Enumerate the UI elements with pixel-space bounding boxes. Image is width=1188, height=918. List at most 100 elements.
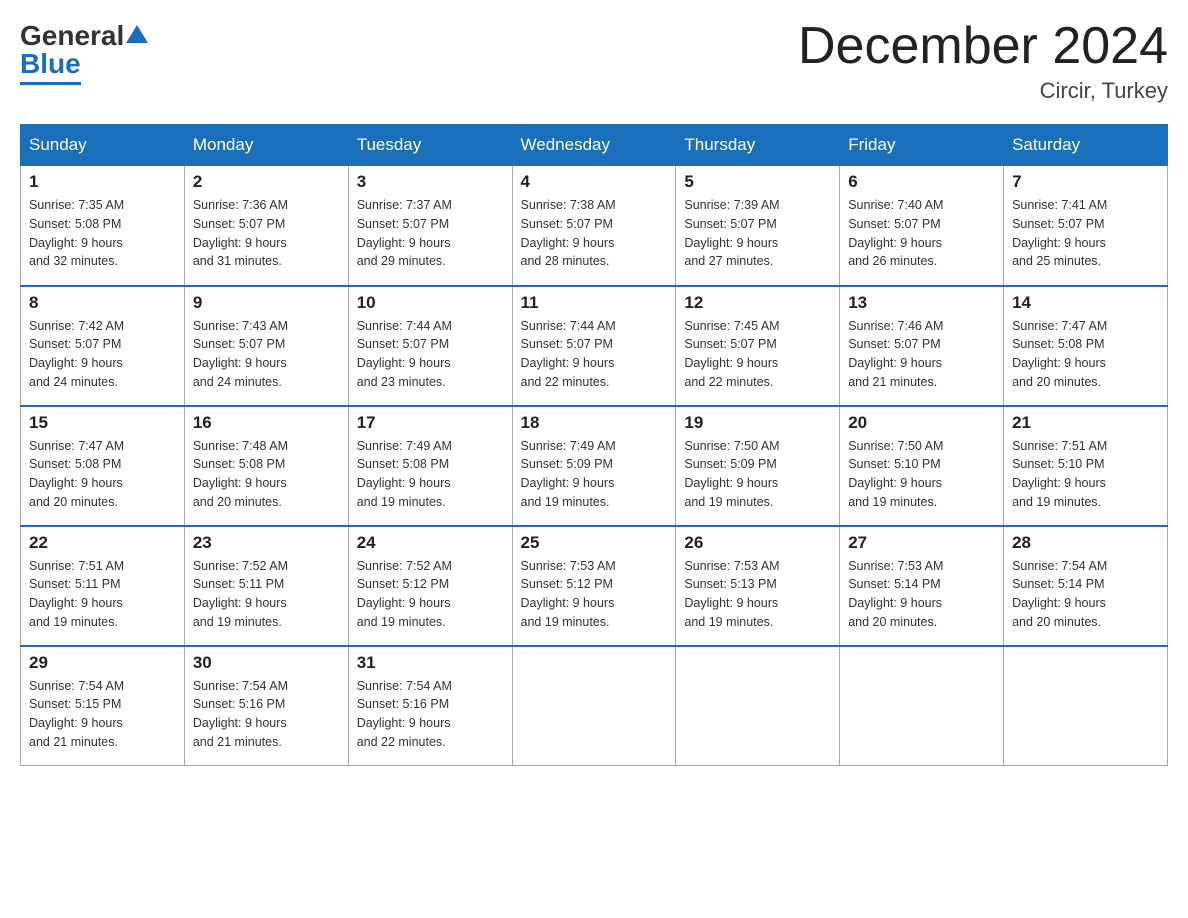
day-header-monday: Monday (184, 125, 348, 166)
calendar-cell: 2 Sunrise: 7:36 AMSunset: 5:07 PMDaylight… (184, 166, 348, 286)
calendar-cell: 12 Sunrise: 7:45 AMSunset: 5:07 PMDayligh… (676, 286, 840, 406)
calendar-cell (676, 646, 840, 766)
calendar-cell: 25Sunrise: 7:53 AMSunset: 5:12 PMDayligh… (512, 526, 676, 646)
day-info: Sunrise: 7:49 AMSunset: 5:08 PMDaylight:… (357, 437, 504, 512)
calendar-cell: 18 Sunrise: 7:49 AMSunset: 5:09 PMDayligh… (512, 406, 676, 526)
calendar-table: SundayMondayTuesdayWednesdayThursdayFrid… (20, 124, 1168, 766)
calendar-cell: 28Sunrise: 7:54 AMSunset: 5:14 PMDayligh… (1004, 526, 1168, 646)
calendar-cell: 11 Sunrise: 7:44 AMSunset: 5:07 PMDayligh… (512, 286, 676, 406)
day-number: 23 (193, 533, 340, 553)
day-info: Sunrise: 7:50 AMSunset: 5:09 PMDaylight:… (684, 437, 831, 512)
logo: General Blue (20, 20, 148, 85)
day-number: 11 (521, 293, 668, 313)
logo-triangle-icon (126, 23, 148, 45)
calendar-week-row: 15 Sunrise: 7:47 AMSunset: 5:08 PMDayligh… (21, 406, 1168, 526)
day-number: 16 (193, 413, 340, 433)
day-number: 29 (29, 653, 176, 673)
day-number: 14 (1012, 293, 1159, 313)
day-number: 2 (193, 172, 340, 192)
calendar-cell: 1Sunrise: 7:35 AMSunset: 5:08 PMDaylight… (21, 166, 185, 286)
calendar-cell: 31Sunrise: 7:54 AMSunset: 5:16 PMDayligh… (348, 646, 512, 766)
day-header-thursday: Thursday (676, 125, 840, 166)
calendar-cell: 20Sunrise: 7:50 AMSunset: 5:10 PMDayligh… (840, 406, 1004, 526)
calendar-cell (840, 646, 1004, 766)
day-info: Sunrise: 7:48 AMSunset: 5:08 PMDaylight:… (193, 437, 340, 512)
day-number: 12 (684, 293, 831, 313)
calendar-week-row: 29 Sunrise: 7:54 AMSunset: 5:15 PMDayligh… (21, 646, 1168, 766)
day-info: Sunrise: 7:36 AMSunset: 5:07 PMDaylight:… (193, 196, 340, 271)
day-number: 9 (193, 293, 340, 313)
day-number: 3 (357, 172, 504, 192)
location: Circir, Turkey (798, 78, 1168, 104)
calendar-header-row: SundayMondayTuesdayWednesdayThursdayFrid… (21, 125, 1168, 166)
calendar-cell (512, 646, 676, 766)
day-number: 5 (684, 172, 831, 192)
calendar-week-row: 22Sunrise: 7:51 AMSunset: 5:11 PMDayligh… (21, 526, 1168, 646)
day-info: Sunrise: 7:47 AMSunset: 5:08 PMDaylight:… (29, 437, 176, 512)
day-info: Sunrise: 7:51 AMSunset: 5:10 PMDaylight:… (1012, 437, 1159, 512)
day-number: 21 (1012, 413, 1159, 433)
day-info: Sunrise: 7:52 AMSunset: 5:12 PMDaylight:… (357, 557, 504, 632)
day-header-saturday: Saturday (1004, 125, 1168, 166)
day-info: Sunrise: 7:53 AMSunset: 5:14 PMDaylight:… (848, 557, 995, 632)
logo-blue-text: Blue (20, 48, 81, 85)
calendar-week-row: 1Sunrise: 7:35 AMSunset: 5:08 PMDaylight… (21, 166, 1168, 286)
day-info: Sunrise: 7:35 AMSunset: 5:08 PMDaylight:… (29, 196, 176, 271)
day-info: Sunrise: 7:54 AMSunset: 5:16 PMDaylight:… (193, 677, 340, 752)
calendar-cell: 27 Sunrise: 7:53 AMSunset: 5:14 PMDayligh… (840, 526, 1004, 646)
day-header-tuesday: Tuesday (348, 125, 512, 166)
day-number: 7 (1012, 172, 1159, 192)
calendar-cell: 8 Sunrise: 7:42 AMSunset: 5:07 PMDaylight… (21, 286, 185, 406)
day-info: Sunrise: 7:52 AMSunset: 5:11 PMDaylight:… (193, 557, 340, 632)
calendar-cell: 5 Sunrise: 7:39 AMSunset: 5:07 PMDaylight… (676, 166, 840, 286)
calendar-cell: 6Sunrise: 7:40 AMSunset: 5:07 PMDaylight… (840, 166, 1004, 286)
calendar-cell: 29 Sunrise: 7:54 AMSunset: 5:15 PMDayligh… (21, 646, 185, 766)
day-number: 13 (848, 293, 995, 313)
calendar-cell: 4Sunrise: 7:38 AMSunset: 5:07 PMDaylight… (512, 166, 676, 286)
day-number: 18 (521, 413, 668, 433)
day-info: Sunrise: 7:54 AMSunset: 5:15 PMDaylight:… (29, 677, 176, 752)
calendar-cell: 30Sunrise: 7:54 AMSunset: 5:16 PMDayligh… (184, 646, 348, 766)
day-number: 22 (29, 533, 176, 553)
page-header: General Blue December 2024 Circir, Turke… (20, 20, 1168, 104)
day-info: Sunrise: 7:47 AMSunset: 5:08 PMDaylight:… (1012, 317, 1159, 392)
day-info: Sunrise: 7:40 AMSunset: 5:07 PMDaylight:… (848, 196, 995, 271)
calendar-cell: 17 Sunrise: 7:49 AMSunset: 5:08 PMDayligh… (348, 406, 512, 526)
calendar-cell: 14 Sunrise: 7:47 AMSunset: 5:08 PMDayligh… (1004, 286, 1168, 406)
calendar-week-row: 8 Sunrise: 7:42 AMSunset: 5:07 PMDaylight… (21, 286, 1168, 406)
calendar-cell: 3 Sunrise: 7:37 AMSunset: 5:07 PMDaylight… (348, 166, 512, 286)
day-number: 8 (29, 293, 176, 313)
day-info: Sunrise: 7:42 AMSunset: 5:07 PMDaylight:… (29, 317, 176, 392)
calendar-cell: 21 Sunrise: 7:51 AMSunset: 5:10 PMDayligh… (1004, 406, 1168, 526)
calendar-cell: 24 Sunrise: 7:52 AMSunset: 5:12 PMDayligh… (348, 526, 512, 646)
day-info: Sunrise: 7:37 AMSunset: 5:07 PMDaylight:… (357, 196, 504, 271)
day-info: Sunrise: 7:54 AMSunset: 5:14 PMDaylight:… (1012, 557, 1159, 632)
calendar-cell: 15 Sunrise: 7:47 AMSunset: 5:08 PMDayligh… (21, 406, 185, 526)
day-info: Sunrise: 7:44 AMSunset: 5:07 PMDaylight:… (521, 317, 668, 392)
day-header-friday: Friday (840, 125, 1004, 166)
day-number: 31 (357, 653, 504, 673)
calendar-cell: 7Sunrise: 7:41 AMSunset: 5:07 PMDaylight… (1004, 166, 1168, 286)
calendar-cell: 10 Sunrise: 7:44 AMSunset: 5:07 PMDayligh… (348, 286, 512, 406)
day-number: 27 (848, 533, 995, 553)
calendar-cell: 19Sunrise: 7:50 AMSunset: 5:09 PMDayligh… (676, 406, 840, 526)
day-number: 17 (357, 413, 504, 433)
day-info: Sunrise: 7:45 AMSunset: 5:07 PMDaylight:… (684, 317, 831, 392)
day-number: 26 (684, 533, 831, 553)
calendar-cell: 23 Sunrise: 7:52 AMSunset: 5:11 PMDayligh… (184, 526, 348, 646)
calendar-cell: 16 Sunrise: 7:48 AMSunset: 5:08 PMDayligh… (184, 406, 348, 526)
day-number: 10 (357, 293, 504, 313)
day-info: Sunrise: 7:38 AMSunset: 5:07 PMDaylight:… (521, 196, 668, 271)
day-number: 20 (848, 413, 995, 433)
day-info: Sunrise: 7:49 AMSunset: 5:09 PMDaylight:… (521, 437, 668, 512)
day-info: Sunrise: 7:53 AMSunset: 5:13 PMDaylight:… (684, 557, 831, 632)
calendar-cell: 13 Sunrise: 7:46 AMSunset: 5:07 PMDayligh… (840, 286, 1004, 406)
day-info: Sunrise: 7:53 AMSunset: 5:12 PMDaylight:… (521, 557, 668, 632)
day-info: Sunrise: 7:44 AMSunset: 5:07 PMDaylight:… (357, 317, 504, 392)
day-info: Sunrise: 7:39 AMSunset: 5:07 PMDaylight:… (684, 196, 831, 271)
day-info: Sunrise: 7:46 AMSunset: 5:07 PMDaylight:… (848, 317, 995, 392)
calendar-cell: 9Sunrise: 7:43 AMSunset: 5:07 PMDaylight… (184, 286, 348, 406)
day-number: 24 (357, 533, 504, 553)
month-title: December 2024 (798, 20, 1168, 72)
day-number: 15 (29, 413, 176, 433)
